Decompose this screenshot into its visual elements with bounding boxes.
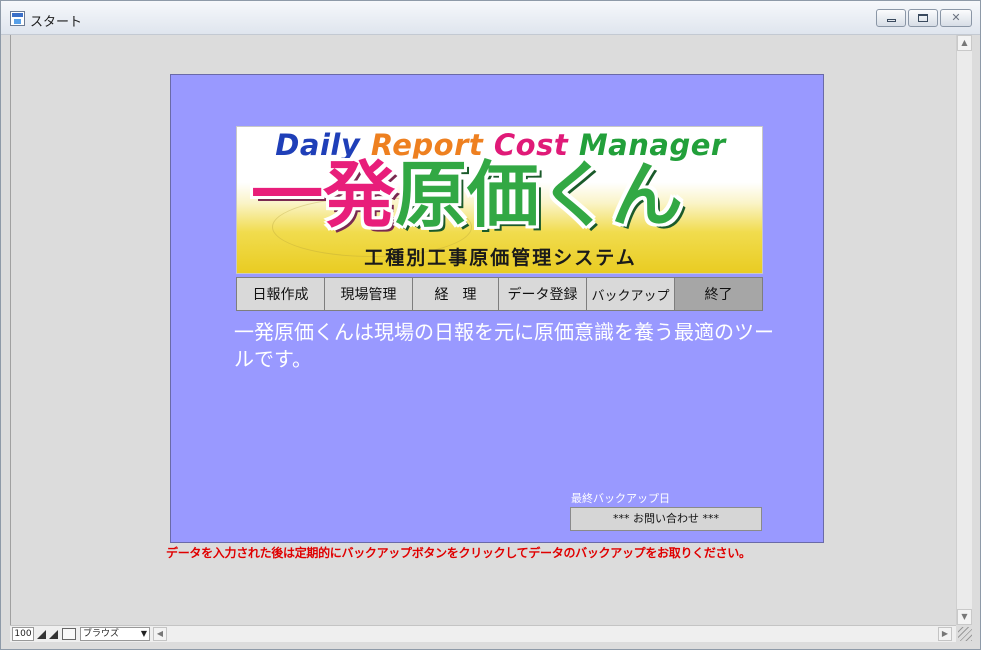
zoom-in-icon[interactable] [48,628,59,640]
window-title: スタート [30,15,83,30]
close-icon: ✕ [951,11,961,24]
scroll-right-icon[interactable]: ▶ [938,627,952,641]
close-button[interactable]: ✕ [940,9,972,27]
banner-japanese-title: 一発原価くん [251,153,683,237]
mode-select-value: ブラウズ [83,629,120,639]
zoom-out-icon[interactable] [36,628,47,640]
minimize-icon [886,19,896,22]
scroll-down-icon[interactable]: ▼ [957,609,972,625]
mode-select[interactable]: ブラウズ ▼ [80,627,150,641]
main-menu: 日報作成 現場管理 経 理 データ登録 バックアップ 終了 [236,277,763,311]
resize-grip-icon[interactable] [958,627,972,641]
banner-title-genkakun: 原価くん [395,153,684,237]
scroll-left-icon[interactable]: ◀ [153,627,167,641]
zoom-level[interactable]: 100 [12,627,34,641]
vertical-scrollbar[interactable]: ▲ ▼ [956,35,972,625]
maximize-button[interactable] [908,9,938,27]
accounting-button[interactable]: 経 理 [412,277,499,311]
banner-title-ippatsu: 一発 [251,153,396,237]
status-bar: 100 ブラウズ ▼ ◀ ▶ [10,625,956,642]
data-registration-button[interactable]: データ登録 [498,277,587,311]
scroll-up-icon[interactable]: ▲ [957,35,972,51]
backup-button[interactable]: バックアップ [586,277,675,311]
chevron-down-icon: ▼ [140,629,147,638]
backup-notice: データを入力された後は定期的にバックアップボタンをクリックしてデータのバックアッ… [166,546,751,560]
site-management-button[interactable]: 現場管理 [324,277,413,311]
daily-report-button[interactable]: 日報作成 [236,277,325,311]
exit-button[interactable]: 終了 [674,277,763,311]
last-backup-label: 最終バックアップ日 [571,492,670,505]
app-window: スタート ✕ ▲ ▼ Daily Report Cost Manager 一発原… [0,0,981,650]
layout-mode-icon[interactable] [62,628,76,640]
minimize-button[interactable] [876,9,906,27]
contact-button[interactable]: *** お問い合わせ *** [570,507,762,531]
app-description: 一発原価くんは現場の日報を元に原価意識を養う最適のツールです。 [234,320,774,371]
banner-subtitle: 工種別工事原価管理システム [364,247,637,269]
app-icon [10,11,25,26]
start-panel: Daily Report Cost Manager 一発原価くん 工種別工事原価… [170,74,824,543]
maximize-icon [918,14,928,22]
logo-banner: Daily Report Cost Manager 一発原価くん 工種別工事原価… [236,126,763,274]
title-bar: スタート ✕ [1,1,980,35]
